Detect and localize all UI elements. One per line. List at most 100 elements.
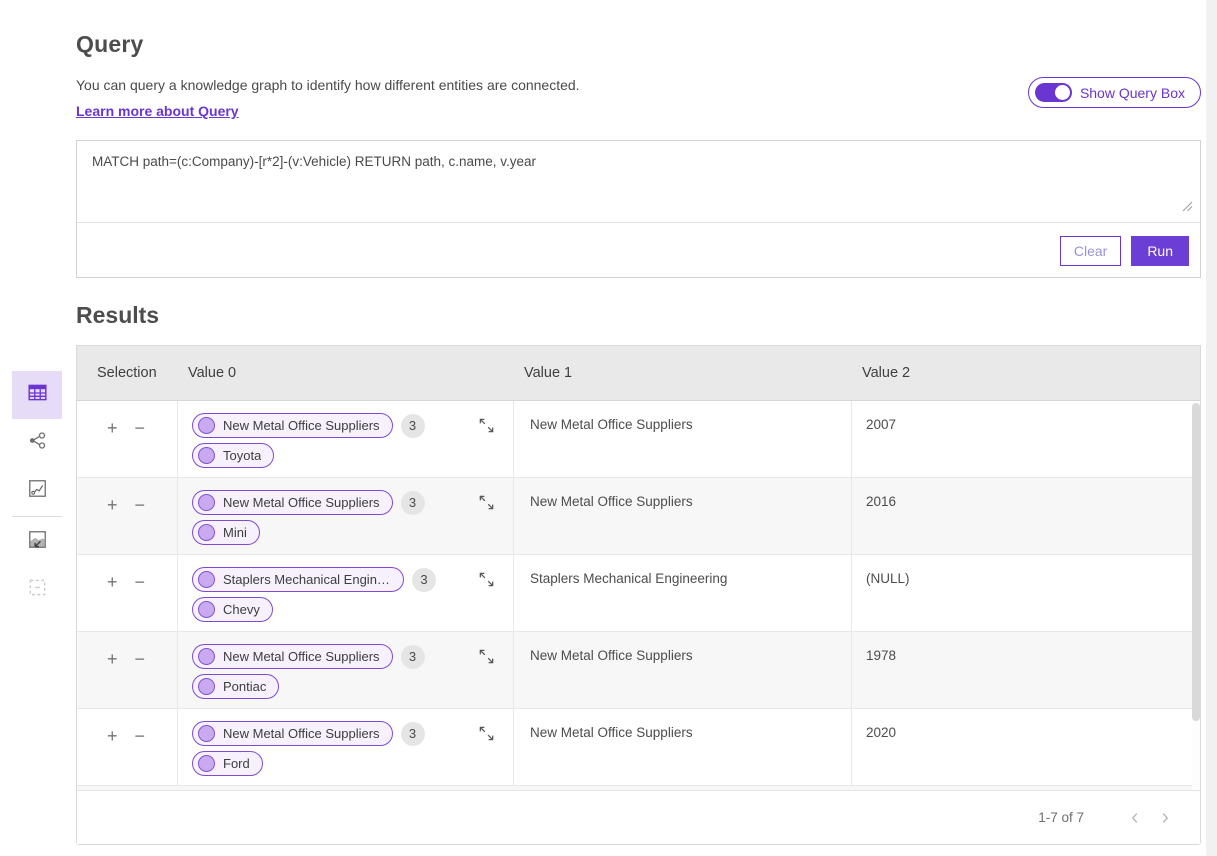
entity-pill[interactable]: New Metal Office Suppliers	[192, 721, 393, 746]
table-scrollbar-thumb[interactable]	[1192, 403, 1200, 721]
value2-cell: 1978	[852, 632, 1200, 708]
column-header-selection: Selection	[77, 365, 178, 381]
path-second-line: Ford	[192, 751, 513, 776]
clear-button[interactable]: Clear	[1060, 236, 1121, 266]
value2-cell: 2007	[852, 401, 1200, 477]
path-cell: New Metal Office Suppliers 3 Mini	[178, 478, 514, 554]
value1-cell: Staplers Mechanical Engineering	[514, 555, 852, 631]
entity-node-icon	[198, 494, 215, 511]
toggle-label: Show Query Box	[1080, 85, 1185, 101]
path-count-badge: 3	[401, 414, 425, 438]
path-second-line: Chevy	[192, 597, 513, 622]
remove-from-selection-button[interactable]: −	[135, 729, 146, 785]
selection-cell: + −	[77, 555, 178, 631]
path-first-line: Staplers Mechanical Engineering 3	[192, 567, 513, 592]
link-chart-view-button[interactable]	[12, 419, 62, 467]
add-to-map-button[interactable]	[12, 518, 62, 566]
entity-pill-label: Ford	[223, 756, 250, 771]
entity-pill-label: Staplers Mechanical Engineering	[223, 572, 391, 587]
entity-pill[interactable]: Toyota	[192, 443, 274, 468]
entity-pill[interactable]: Staplers Mechanical Engineering	[192, 567, 404, 592]
learn-more-link[interactable]: Learn more about Query	[76, 103, 239, 119]
show-query-box-toggle[interactable]: Show Query Box	[1028, 77, 1201, 108]
path-cell: New Metal Office Suppliers 3 Toyota	[178, 401, 514, 477]
next-page-button[interactable]	[1150, 803, 1180, 833]
browser-scrollbar[interactable]	[1206, 0, 1217, 856]
path-first-line: New Metal Office Suppliers 3	[192, 644, 513, 669]
expand-path-icon[interactable]	[478, 725, 495, 742]
entity-pill[interactable]: Chevy	[192, 597, 273, 622]
add-to-selection-button[interactable]: +	[107, 421, 118, 477]
entity-pill-label: New Metal Office Suppliers	[223, 418, 380, 433]
value2-cell: 2020	[852, 709, 1200, 785]
resize-grip-icon[interactable]	[1181, 199, 1193, 217]
remove-from-selection-button[interactable]: −	[135, 421, 146, 477]
expand-path-icon[interactable]	[478, 494, 495, 511]
column-header-value2: Value 2	[852, 365, 1200, 381]
selection-cell: + −	[77, 632, 178, 708]
query-actions-bar: Clear Run	[77, 223, 1200, 278]
value2-cell: 2016	[852, 478, 1200, 554]
entity-node-icon	[198, 648, 215, 665]
query-input[interactable]: MATCH path=(c:Company)-[r*2]-(v:Vehicle)…	[77, 141, 1200, 222]
table-row: + − New Metal Office Suppliers 3	[77, 478, 1200, 555]
entity-pill[interactable]: Mini	[192, 520, 260, 545]
entity-pill[interactable]: New Metal Office Suppliers	[192, 490, 393, 515]
path-count-badge: 3	[401, 645, 425, 669]
entity-pill[interactable]: New Metal Office Suppliers	[192, 413, 393, 438]
entity-node-icon	[198, 755, 215, 772]
selection-cell: + −	[77, 401, 178, 477]
add-to-selection-button[interactable]: +	[107, 498, 118, 554]
query-page: Query You can query a knowledge graph to…	[0, 0, 1217, 856]
query-editor-panel: MATCH path=(c:Company)-[r*2]-(v:Vehicle)…	[76, 140, 1201, 278]
expand-path-icon[interactable]	[478, 417, 495, 434]
table-view-icon	[28, 383, 47, 407]
path-count-badge: 3	[401, 722, 425, 746]
entity-pill[interactable]: Ford	[192, 751, 263, 776]
path-first-line: New Metal Office Suppliers 3	[192, 413, 513, 438]
toggle-switch-icon	[1035, 83, 1072, 102]
results-table-panel: Selection Value 0 Value 1 Value 2 + − Ne…	[76, 345, 1201, 845]
entity-node-icon	[198, 571, 215, 588]
selection-cell: + −	[77, 478, 178, 554]
path-second-line: Toyota	[192, 443, 513, 468]
entity-pill-label: Chevy	[223, 602, 260, 617]
column-header-value1: Value 1	[514, 365, 852, 381]
map-view-icon	[28, 479, 47, 503]
expand-path-icon[interactable]	[478, 571, 495, 588]
entity-pill-label: New Metal Office Suppliers	[223, 495, 380, 510]
add-to-selection-button[interactable]: +	[107, 652, 118, 708]
value1-cell: New Metal Office Suppliers	[514, 709, 852, 785]
path-cell: New Metal Office Suppliers 3 Pontiac	[178, 632, 514, 708]
table-header-row: Selection Value 0 Value 1 Value 2	[77, 346, 1200, 401]
entity-pill-label: Toyota	[223, 448, 261, 463]
table-row: + − New Metal Office Suppliers 3	[77, 709, 1200, 786]
entity-pill-label: New Metal Office Suppliers	[223, 649, 380, 664]
selection-tools-button[interactable]	[12, 566, 62, 614]
table-row: + − New Metal Office Suppliers 3	[77, 401, 1200, 478]
table-body: + − New Metal Office Suppliers 3	[77, 401, 1200, 790]
previous-page-button[interactable]	[1120, 803, 1150, 833]
add-to-selection-button[interactable]: +	[107, 729, 118, 785]
entity-pill-label: Pontiac	[223, 679, 266, 694]
entity-node-icon	[198, 678, 215, 695]
table-scrollbar-track	[1192, 401, 1200, 790]
add-to-selection-button[interactable]: +	[107, 575, 118, 631]
expand-path-icon[interactable]	[478, 648, 495, 665]
remove-from-selection-button[interactable]: −	[135, 652, 146, 708]
results-view-sidebar	[12, 371, 62, 614]
remove-from-selection-button[interactable]: −	[135, 498, 146, 554]
run-button[interactable]: Run	[1131, 236, 1189, 266]
entity-pill[interactable]: New Metal Office Suppliers	[192, 644, 393, 669]
path-first-line: New Metal Office Suppliers 3	[192, 721, 513, 746]
query-editor-wrap: MATCH path=(c:Company)-[r*2]-(v:Vehicle)…	[77, 141, 1200, 223]
table-view-button[interactable]	[12, 371, 62, 419]
entity-node-icon	[198, 601, 215, 618]
pagination-range-label: 1-7 of 7	[1038, 810, 1084, 825]
entity-pill[interactable]: Pontiac	[192, 674, 279, 699]
entity-node-icon	[198, 417, 215, 434]
map-view-button[interactable]	[12, 467, 62, 515]
remove-from-selection-button[interactable]: −	[135, 575, 146, 631]
sidebar-divider	[12, 516, 62, 517]
value1-cell: New Metal Office Suppliers	[514, 401, 852, 477]
